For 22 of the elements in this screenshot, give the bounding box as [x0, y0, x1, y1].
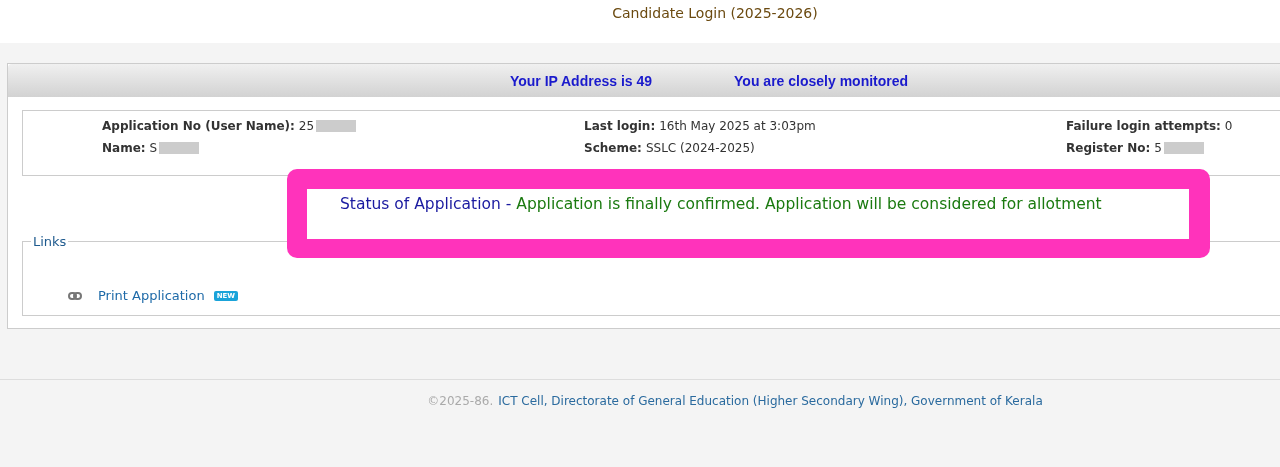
ip-address-text: Your IP Address is 49 — [509, 72, 653, 89]
field-value: 16th May 2025 at 3:03pm — [659, 118, 816, 133]
field-value: SSLC (2024-2025) — [645, 140, 755, 155]
status-label: Status of Application - — [340, 195, 512, 213]
field-label: Register No: — [1066, 140, 1151, 155]
field-label: Application No (User Name): — [102, 118, 295, 133]
field-label: Last login: — [584, 118, 656, 133]
field-label: Name: — [102, 140, 146, 155]
page-title: Candidate Login (2025-2026) — [612, 5, 818, 23]
field-value: 0 — [1224, 118, 1233, 133]
monitoring-notice: You are closely monitored — [734, 72, 909, 89]
link-icon — [68, 291, 82, 300]
field-value: 25 — [298, 118, 315, 133]
status-message: Application is finally confirmed. Application will be considered for allotment — [516, 195, 1102, 213]
field-value: S — [149, 140, 158, 155]
print-application-link[interactable]: Print Application — [98, 288, 205, 303]
copyright-text: ©2025-86. — [427, 394, 494, 408]
field-label: Failure login attempts: — [1066, 118, 1221, 133]
field-label: Scheme: — [584, 140, 642, 155]
links-legend: Links — [31, 234, 69, 249]
field-value: 5 — [1154, 140, 1162, 155]
footer-credit: ICT Cell, Directorate of General Education (Higher Secondary Wing), Government of Kerala — [498, 394, 1043, 408]
